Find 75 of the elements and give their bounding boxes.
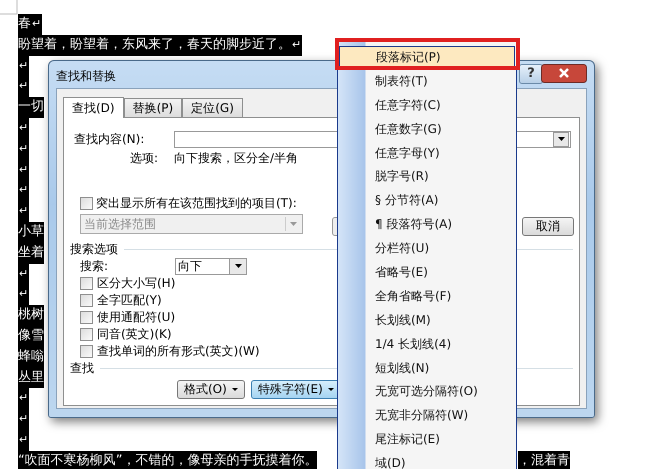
paragraph-mark: ↵ bbox=[18, 180, 30, 202]
paragraph-mark: ↵ bbox=[18, 56, 30, 76]
menu-item[interactable]: ¶ 段落符号(A) bbox=[339, 213, 515, 238]
checkbox-label: 查找单词的所有形式(英文)(W) bbox=[97, 343, 260, 360]
paragraph-mark: ↵ bbox=[18, 76, 30, 98]
document-text: 像雪 bbox=[18, 326, 44, 347]
menu-item[interactable]: 任意字母(Y) bbox=[339, 142, 515, 166]
help-button[interactable]: ? bbox=[519, 64, 543, 84]
window-title: 查找和替换 bbox=[56, 68, 116, 85]
dropdown-button[interactable]: 格式(O) bbox=[177, 380, 245, 399]
document-text: 一切 bbox=[18, 97, 44, 118]
checkbox-label: 区分大小写(H) bbox=[97, 275, 176, 292]
document-text: 蜂嗡 bbox=[18, 346, 44, 368]
document-text: “吹面不寒杨柳风”，不错的，像母亲的手抚摸着你。 bbox=[18, 450, 318, 469]
options-label: 选项: bbox=[130, 150, 160, 166]
document-text: 桃树 bbox=[18, 305, 44, 326]
paragraph-mark: ↵ bbox=[18, 160, 30, 180]
menu-item[interactable]: § 分节符(A) bbox=[339, 189, 515, 214]
checkbox[interactable] bbox=[80, 277, 93, 290]
document-text: 坐着 bbox=[18, 242, 44, 264]
menu-item[interactable]: 任意字符(C) bbox=[339, 94, 515, 118]
dropdown-arrow-icon bbox=[234, 264, 242, 268]
checkbox[interactable] bbox=[80, 294, 93, 307]
checkbox[interactable] bbox=[80, 197, 93, 210]
tab[interactable]: 定位(G) bbox=[182, 98, 243, 117]
menu-item[interactable]: 无宽可选分隔符(O) bbox=[339, 380, 515, 404]
dropdown-arrow-icon bbox=[290, 222, 296, 226]
close-button[interactable] bbox=[541, 64, 587, 83]
checkbox-label: 使用通配符(U) bbox=[97, 309, 176, 326]
document-text: 丛里 bbox=[18, 368, 44, 388]
section-heading: 查找 bbox=[70, 360, 94, 376]
menu-item[interactable]: 域(D) bbox=[339, 452, 515, 469]
menu-item[interactable]: 任意数字(G) bbox=[339, 118, 515, 142]
paragraph-mark: ↵ bbox=[18, 388, 30, 410]
document-text: ，混着青 bbox=[518, 451, 570, 469]
checkbox-label: 同音(英文)(K) bbox=[97, 326, 172, 343]
direction-dropdown[interactable]: 向下 bbox=[175, 258, 247, 274]
checkbox-label: 突出显示所有在该范围找到的项目(T): bbox=[96, 195, 297, 212]
search-label: 搜索: bbox=[80, 258, 110, 274]
section-heading: 搜索选项 bbox=[70, 240, 118, 258]
paragraph-mark: ↵ bbox=[18, 138, 30, 160]
tab[interactable]: 替换(P) bbox=[124, 98, 182, 117]
paragraph-mark: ↵ bbox=[18, 118, 30, 139]
paragraph-mark: ↵ bbox=[18, 430, 30, 451]
checkbox[interactable] bbox=[80, 328, 93, 341]
paragraph-mark: ↵ bbox=[31, 14, 42, 35]
paragraph-mark: ↵ bbox=[18, 284, 30, 306]
menu-item[interactable]: 全角省略号(F) bbox=[339, 284, 515, 309]
checkbox[interactable] bbox=[80, 311, 93, 324]
document-text: 春 bbox=[18, 14, 31, 35]
options-value: 向下搜索，区分全/半角 bbox=[174, 150, 298, 166]
menu-item[interactable]: 制表符(T) bbox=[339, 70, 515, 94]
menu-item[interactable]: 无宽非分隔符(W) bbox=[339, 404, 515, 428]
document-text: 小草 bbox=[18, 222, 44, 243]
menu-item[interactable]: 省略号(E) bbox=[339, 261, 515, 285]
dropdown-arrow-icon bbox=[558, 137, 564, 141]
find-label: 查找内容(N): bbox=[73, 130, 146, 148]
paragraph-mark: ↵ bbox=[18, 409, 30, 430]
cancel-button[interactable]: 取消 bbox=[522, 217, 574, 236]
paragraph-mark: ↵ bbox=[291, 34, 302, 56]
checkbox-label: 全字匹配(Y) bbox=[97, 292, 162, 309]
menu-item[interactable]: 短划线(N) bbox=[339, 356, 515, 380]
tab[interactable]: 查找(D) bbox=[63, 97, 124, 118]
menu-item[interactable]: 长划线(M) bbox=[339, 308, 515, 333]
crop-mark-icon bbox=[0, 0, 18, 15]
document-text: 盼望着，盼望着，东风来了，春天的脚步近了。 bbox=[18, 34, 291, 56]
menu-item[interactable]: 脱字号(R) bbox=[339, 165, 515, 190]
checkbox[interactable] bbox=[80, 345, 93, 358]
paragraph-mark: ↵ bbox=[18, 201, 30, 222]
paragraph-mark: ↵ bbox=[18, 264, 30, 284]
menu-item[interactable]: 分栏符(U) bbox=[339, 237, 515, 262]
caret-icon bbox=[232, 388, 238, 391]
menu-item[interactable]: 1/4 长划线(4) bbox=[339, 332, 515, 357]
caret-icon bbox=[328, 388, 334, 391]
menu-item[interactable]: 尾注标记(E) bbox=[339, 428, 515, 452]
